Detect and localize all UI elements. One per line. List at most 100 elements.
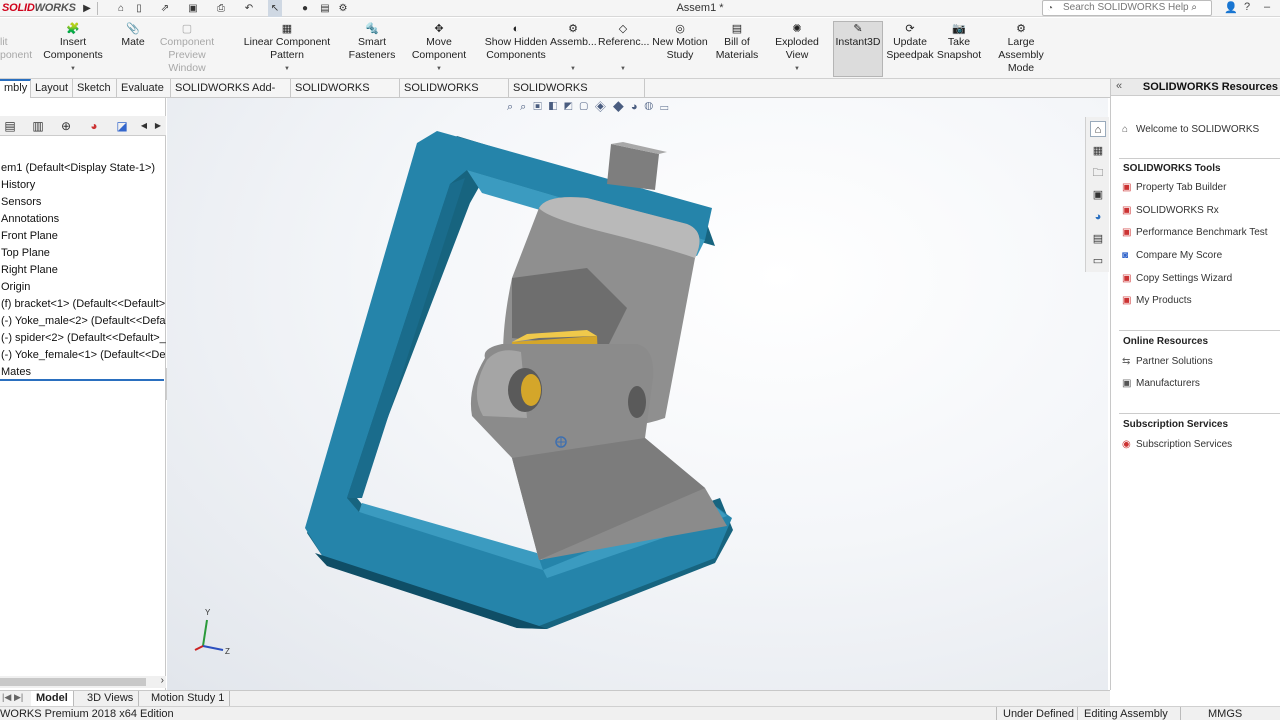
take-snapshot-button[interactable]: 📷 Take Snapshot: [936, 22, 982, 76]
linear-pattern-button[interactable]: ▦ Linear Component Pattern ▼: [228, 22, 346, 76]
command-manager: lit ponent 🧩 Insert Components ▼ 📎 Mate ▢ Com…: [0, 18, 1280, 79]
my-products-link[interactable]: ▣ My Products: [1122, 294, 1192, 308]
scroll-right-arrow-icon[interactable]: ›: [161, 675, 164, 686]
design-library-icon[interactable]: ▦: [1090, 143, 1106, 159]
welcome-link[interactable]: ⌂ Welcome to SOLIDWORKS: [1122, 123, 1259, 137]
collapse-panel-icon[interactable]: «: [1116, 80, 1122, 92]
assembly-model-3d[interactable]: [167, 98, 1108, 690]
configuration-manager-icon[interactable]: ⊕: [58, 118, 74, 134]
tree-item-right-plane[interactable]: Right Plane: [0, 262, 166, 279]
options-gear-icon[interactable]: ⚙: [336, 0, 350, 17]
user-icon[interactable]: 👤: [1224, 1, 1238, 14]
bill-of-materials-button[interactable]: ▤ Bill of Materials: [712, 22, 762, 76]
large-assembly-mode-button[interactable]: ⚙ Large Assembly Mode: [984, 22, 1058, 76]
tree-item-sensors[interactable]: Sensors: [0, 194, 166, 211]
help-icon[interactable]: ?: [1244, 1, 1250, 13]
tab-addins[interactable]: SOLIDWORKS Add-Ins: [171, 79, 291, 112]
search-icon[interactable]: ⌕: [1191, 1, 1197, 15]
panel-horizontal-scrollbar[interactable]: ›: [0, 675, 166, 688]
tab-inspection[interactable]: SOLIDWORKS Inspection: [509, 79, 645, 112]
shaft-top[interactable]: [607, 142, 667, 190]
new-motion-study-button[interactable]: ◎ New Motion Study: [650, 22, 710, 76]
tab-3d-views[interactable]: 3D Views: [82, 691, 140, 706]
appearances-icon[interactable]: ◕: [1090, 209, 1106, 225]
tab-motion-study[interactable]: Motion Study 1: [146, 691, 231, 706]
tab-cam[interactable]: SOLIDWORKS CAM: [400, 79, 509, 112]
tab-model[interactable]: Model: [31, 691, 74, 706]
scrollbar-thumb[interactable]: [0, 678, 146, 686]
print-icon[interactable]: ⎙: [214, 0, 228, 17]
tree-item-origin[interactable]: Origin: [0, 279, 166, 296]
tab-sketch[interactable]: Sketch: [73, 79, 117, 98]
tools-section-header: SOLIDWORKS Tools: [1123, 163, 1221, 174]
tab-evaluate[interactable]: Evaluate: [117, 79, 171, 98]
benchmark-test-link[interactable]: ▣ Performance Benchmark Test: [1122, 226, 1268, 240]
instant3d-button[interactable]: ✎ Instant3D: [833, 21, 883, 77]
tree-item-mates[interactable]: Mates: [0, 364, 164, 381]
copy-settings-link[interactable]: ▣ Copy Settings Wizard: [1122, 272, 1232, 286]
select-icon[interactable]: ↖: [268, 0, 282, 17]
rebuild-icon[interactable]: ▤: [318, 0, 332, 17]
divider: [1119, 413, 1280, 414]
reference-geometry-icon: ◇: [618, 23, 628, 35]
last-tab-icon[interactable]: ▶|: [14, 692, 23, 703]
reference-geometry-button[interactable]: ◇ Referenc... ▼: [598, 22, 649, 76]
save-icon[interactable]: ▣: [186, 0, 200, 17]
new-document-icon[interactable]: ▯: [132, 0, 146, 17]
partner-solutions-link[interactable]: ⇆ Partner Solutions: [1122, 355, 1213, 369]
tree-item-assembly[interactable]: em1 (Default<Display State-1>): [0, 160, 166, 177]
tree-item-history[interactable]: History: [0, 177, 166, 194]
first-tab-icon[interactable]: |◀: [2, 692, 11, 703]
appearance-icon[interactable]: ◕: [86, 118, 102, 134]
scroll-right-icon[interactable]: ▶: [150, 118, 166, 134]
tree-item-top-plane[interactable]: Top Plane: [0, 245, 166, 262]
tree-item-spider[interactable]: (-) spider<2> (Default<<Default>_: [0, 330, 166, 347]
separator: [1180, 707, 1181, 720]
assembly-features-button[interactable]: ⚙ Assemb... ▼: [550, 22, 597, 76]
display-manager-icon[interactable]: ◪: [114, 118, 130, 134]
tree-item-annotations[interactable]: Annotations: [0, 211, 166, 228]
insert-components-button[interactable]: 🧩 Insert Components ▼: [30, 22, 116, 76]
compare-score-link[interactable]: ◙ Compare My Score: [1122, 249, 1222, 263]
undo-icon[interactable]: ↶: [242, 0, 256, 17]
y-axis-label: Y: [205, 608, 211, 617]
smart-fasteners-button[interactable]: 🔩 Smart Fasteners: [348, 22, 396, 76]
tree-item-yoke-female[interactable]: (-) Yoke_female<1> (Default<<De: [0, 347, 166, 364]
feature-tree-icon[interactable]: ▤: [2, 118, 18, 134]
tab-mbd[interactable]: SOLIDWORKS MBD: [291, 79, 400, 112]
show-hidden-button[interactable]: ◐ Show Hidden Components: [484, 22, 548, 76]
origin-marker: [555, 436, 567, 448]
file-explorer-icon[interactable]: 🗀: [1090, 165, 1106, 181]
tab-assembly[interactable]: mbly: [0, 79, 31, 98]
forum-icon[interactable]: ▭: [1090, 253, 1106, 269]
component-preview-button[interactable]: ▢ Component Preview Window: [150, 22, 224, 76]
traffic-light-icon[interactable]: ●: [298, 0, 312, 17]
update-speedpak-button[interactable]: ⟳ Update Speedpak: [886, 22, 934, 76]
property-tab-builder-link[interactable]: ▣ Property Tab Builder: [1122, 181, 1226, 195]
unit-system-button[interactable]: MMGS: [1208, 707, 1242, 720]
subscription-services-link[interactable]: ◉ Subscription Services: [1122, 438, 1232, 452]
edit-component-button[interactable]: lit ponent: [0, 22, 32, 76]
minimize-icon[interactable]: –: [1264, 1, 1270, 13]
yoke-male-part[interactable]: [470, 344, 727, 560]
home-icon[interactable]: ⌂: [114, 0, 128, 17]
view-palette-icon[interactable]: ▣: [1090, 187, 1106, 203]
resources-home-icon[interactable]: ⌂: [1090, 121, 1106, 137]
expand-menu-icon[interactable]: ▶: [80, 0, 94, 17]
graphics-area[interactable]: ⌕⌕▣◧◩▢◈◆◕◍▭ Y Z: [167, 98, 1108, 690]
move-component-button[interactable]: ✥ Move Component ▼: [398, 22, 480, 76]
property-manager-icon[interactable]: ▥: [30, 118, 46, 134]
mate-button[interactable]: 📎 Mate: [118, 22, 148, 76]
solidworks-rx-link[interactable]: ▣ SOLIDWORKS Rx: [1122, 204, 1219, 218]
solidworks-logo[interactable]: SOLIDWORKS: [0, 1, 78, 16]
search-help-input[interactable]: ◔ Search SOLIDWORKS Help ⌕: [1042, 0, 1212, 16]
open-icon[interactable]: ⇗: [158, 0, 172, 17]
exploded-view-button[interactable]: ✺ Exploded View ▼: [764, 22, 830, 76]
tree-item-bracket[interactable]: (f) bracket<1> (Default<<Default>: [0, 296, 166, 313]
preview-window-icon: ▢: [181, 23, 193, 35]
tree-item-yoke-male[interactable]: (-) Yoke_male<2> (Default<<Defa: [0, 313, 166, 330]
tab-layout[interactable]: Layout: [31, 79, 73, 98]
manufacturers-link[interactable]: ▣ Manufacturers: [1122, 377, 1200, 391]
custom-properties-icon[interactable]: ▤: [1090, 231, 1106, 247]
tree-item-front-plane[interactable]: Front Plane: [0, 228, 166, 245]
